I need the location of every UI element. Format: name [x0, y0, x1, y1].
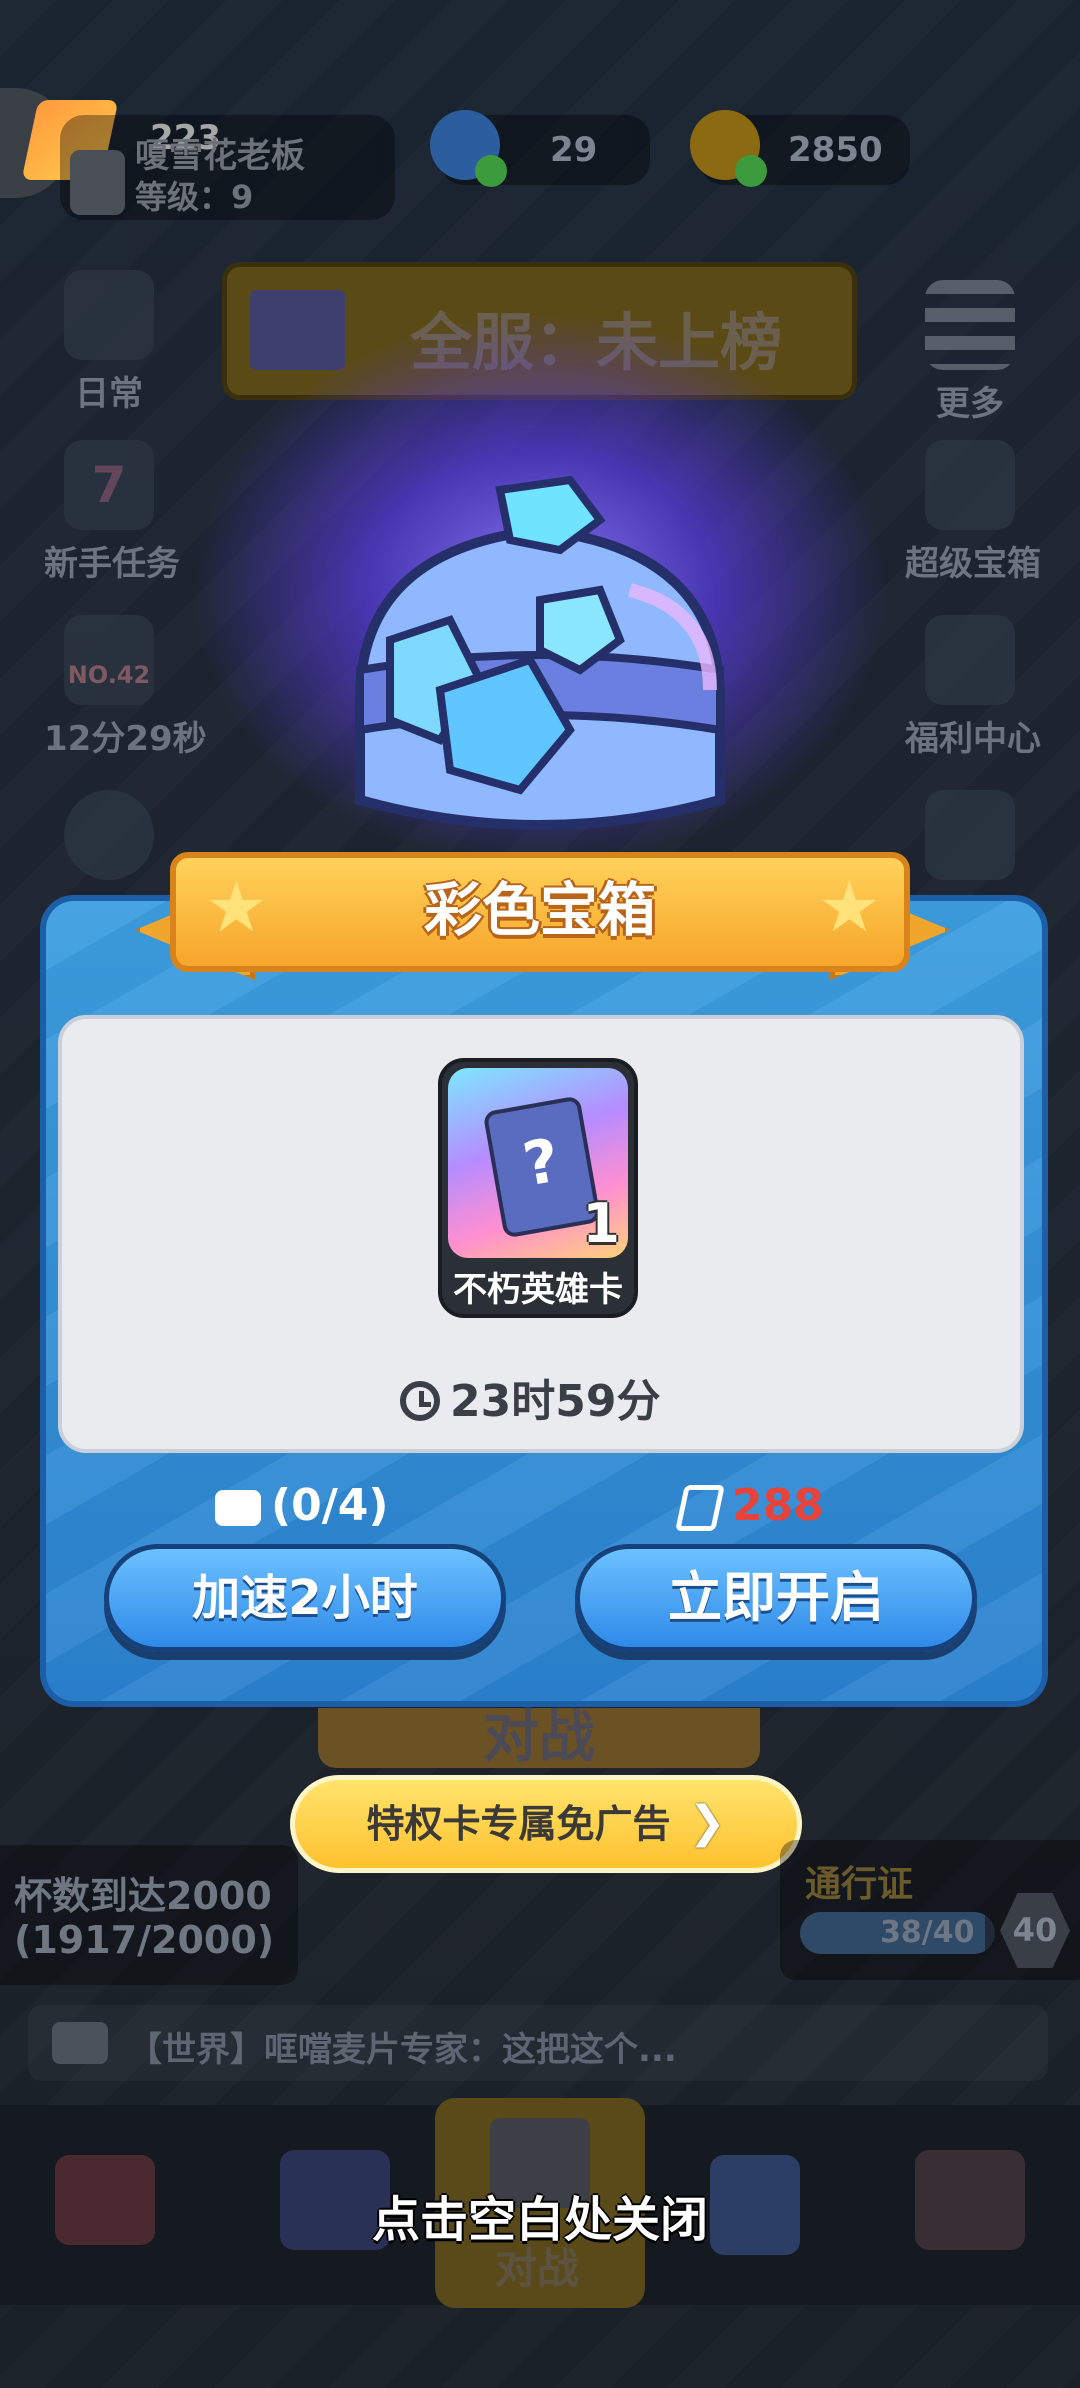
gem-plus-icon[interactable]	[475, 155, 507, 187]
menu-timed-chest-label: 12分29秒	[44, 719, 207, 759]
pass-progress-text: 38/40	[880, 1915, 975, 1950]
day7-calendar-icon: 7	[64, 440, 154, 530]
menu-super-chest[interactable]: 超级宝箱	[905, 440, 1041, 585]
chest-timer: 23时59分	[400, 1370, 660, 1434]
pass-label: 通行证	[805, 1864, 914, 1905]
menu-more-label: 更多	[936, 384, 1004, 424]
ticket-cost-value: 288	[732, 1480, 824, 1531]
reward-count: 1	[582, 1192, 620, 1255]
rainbow-chest-icon	[355, 475, 725, 830]
menu-welfare-label: 福利中心	[905, 719, 1041, 759]
gems-value: 29	[550, 130, 598, 170]
speedup-button[interactable]: 加速2小时	[104, 1544, 506, 1652]
bg-battle-button: 对战	[318, 1708, 760, 1768]
ad-progress: (0/4)	[215, 1480, 389, 1531]
bg-battle-label: 对战	[483, 1705, 595, 1770]
trophy-goal-line2: (1917/2000)	[14, 1918, 275, 1962]
rank-no-badge: NO.42	[67, 661, 151, 689]
podium-icon	[250, 290, 345, 370]
chat-message: 【世界】哐噹麦片专家：这把这个...	[128, 2030, 677, 2070]
menu-super-chest-label: 超级宝箱	[905, 544, 1041, 584]
menu-newbie-tasks-label: 新手任务	[44, 544, 180, 584]
chevron-right-icon: ❯	[688, 1797, 726, 1848]
menu-daily[interactable]: 日常	[44, 270, 174, 415]
chat-bubble-icon	[52, 2022, 108, 2064]
menu-more[interactable]: 更多	[905, 280, 1035, 425]
social-icon	[64, 790, 154, 880]
trophy-goal-line1: 杯数到达2000	[14, 1874, 272, 1918]
ticket-cost: 288	[675, 1480, 824, 1531]
ad-free-label: 特权卡专属免广告	[366, 1802, 671, 1846]
video-icon	[215, 1490, 261, 1526]
gift-icon	[925, 615, 1015, 705]
open-now-button[interactable]: 立即开启	[575, 1544, 977, 1652]
menu-timed-chest[interactable]: NO.42 12分29秒	[44, 615, 207, 760]
coins-value: 2850	[788, 130, 883, 170]
pass-level: 40	[1012, 1911, 1058, 1949]
ad-free-button[interactable]: 特权卡专属免广告 ❯	[290, 1775, 802, 1873]
fund-icon	[925, 790, 1015, 880]
close-hint[interactable]: 点击空白处关闭	[0, 2180, 1080, 2250]
day7-badge: 7	[91, 456, 127, 514]
timer-value: 23时59分	[450, 1376, 661, 1427]
ad-progress-value: (0/4)	[271, 1480, 389, 1531]
menu-daily-label: 日常	[75, 374, 143, 414]
player-level: 等级：9	[135, 178, 254, 216]
menu-welfare[interactable]: 福利中心	[905, 615, 1041, 760]
menu-icon	[925, 280, 1015, 370]
calendar-icon	[64, 270, 154, 360]
player-avatar[interactable]	[70, 150, 125, 215]
menu-newbie-tasks[interactable]: 7 新手任务	[44, 440, 180, 585]
coin-plus-icon[interactable]	[735, 155, 767, 187]
super-chest-icon	[925, 440, 1015, 530]
player-name: 嗄雪花老板	[135, 136, 305, 176]
reward-card[interactable]: ? 1 不朽英雄卡	[438, 1058, 638, 1318]
popup-title: 彩色宝箱	[423, 876, 656, 944]
chest-icon: NO.42	[64, 615, 154, 705]
reward-name: 不朽英雄卡	[453, 1270, 623, 1310]
clock-icon	[400, 1381, 440, 1421]
ticket-icon	[675, 1485, 725, 1531]
